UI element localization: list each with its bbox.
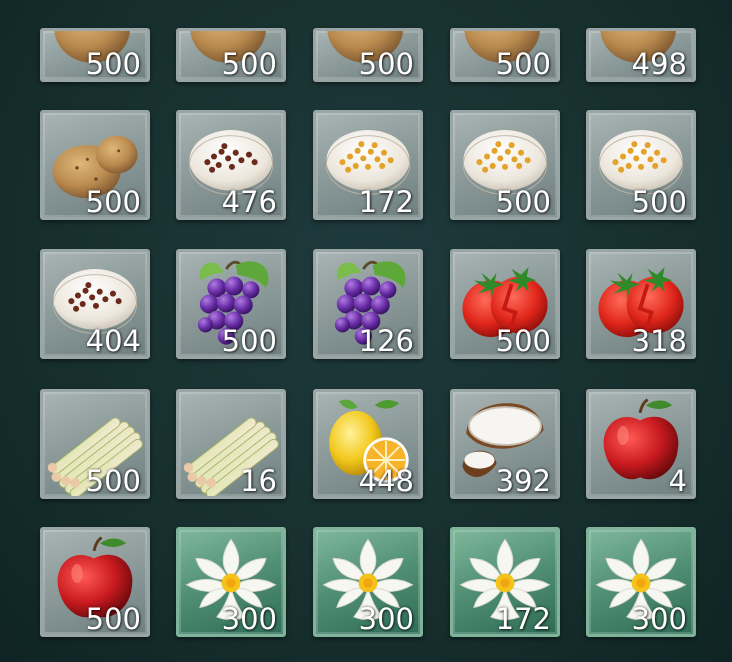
- item-quantity: 500: [85, 185, 141, 219]
- item-quantity: 500: [85, 464, 141, 498]
- item-quantity: 172: [495, 602, 551, 636]
- item-quantity: 498: [631, 47, 687, 81]
- inventory-slot[interactable]: 500: [40, 28, 150, 82]
- item-quantity: 500: [495, 185, 551, 219]
- inventory-slot[interactable]: 500: [40, 110, 150, 220]
- item-quantity: 500: [495, 324, 551, 358]
- item-quantity: 404: [85, 324, 141, 358]
- inventory-slot[interactable]: 300: [313, 527, 423, 637]
- item-quantity: 500: [358, 47, 414, 81]
- item-quantity: 318: [631, 324, 687, 358]
- inventory-slot[interactable]: 500: [450, 249, 560, 359]
- inventory-slot[interactable]: 318: [586, 249, 696, 359]
- item-quantity: 126: [358, 324, 414, 358]
- inventory-slot[interactable]: 500: [586, 110, 696, 220]
- item-quantity: 300: [631, 602, 687, 636]
- inventory-slot[interactable]: 500: [450, 110, 560, 220]
- inventory-slot[interactable]: 500: [40, 527, 150, 637]
- item-quantity: 392: [495, 464, 551, 498]
- inventory-slot[interactable]: 16: [176, 389, 286, 499]
- inventory-grid: 500 500 500 500 498 500 476 172 500 500 404 500 126 5…: [0, 0, 732, 662]
- item-quantity: 448: [358, 464, 414, 498]
- item-quantity: 16: [240, 464, 277, 498]
- inventory-slot[interactable]: 500: [450, 28, 560, 82]
- inventory-slot[interactable]: 172: [313, 110, 423, 220]
- inventory-slot[interactable]: 500: [176, 28, 286, 82]
- item-quantity: 4: [668, 464, 687, 498]
- item-quantity: 300: [221, 602, 277, 636]
- inventory-slot[interactable]: 500: [40, 389, 150, 499]
- inventory-slot[interactable]: 126: [313, 249, 423, 359]
- inventory-slot[interactable]: 300: [176, 527, 286, 637]
- item-quantity: 500: [221, 324, 277, 358]
- item-quantity: 300: [358, 602, 414, 636]
- inventory-slot[interactable]: 498: [586, 28, 696, 82]
- inventory-slot[interactable]: 476: [176, 110, 286, 220]
- inventory-slot[interactable]: 392: [450, 389, 560, 499]
- inventory-slot[interactable]: 4: [586, 389, 696, 499]
- item-quantity: 500: [631, 185, 687, 219]
- inventory-slot[interactable]: 448: [313, 389, 423, 499]
- item-quantity: 500: [221, 47, 277, 81]
- inventory-slot[interactable]: 500: [176, 249, 286, 359]
- item-quantity: 476: [221, 185, 277, 219]
- item-quantity: 500: [495, 47, 551, 81]
- inventory-slot[interactable]: 404: [40, 249, 150, 359]
- inventory-slot[interactable]: 300: [586, 527, 696, 637]
- item-quantity: 500: [85, 602, 141, 636]
- inventory-slot[interactable]: 172: [450, 527, 560, 637]
- item-quantity: 500: [85, 47, 141, 81]
- inventory-slot[interactable]: 500: [313, 28, 423, 82]
- item-quantity: 172: [358, 185, 414, 219]
